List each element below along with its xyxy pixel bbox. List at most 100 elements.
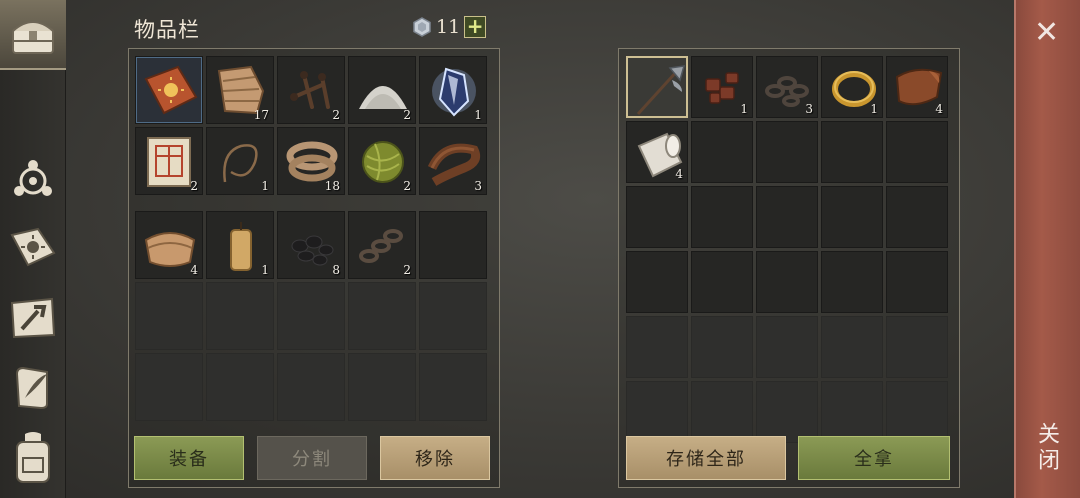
storage-slot[interactable] — [821, 251, 883, 313]
item-quantity: 1 — [474, 108, 482, 122]
storage-slot[interactable] — [756, 316, 818, 378]
storage-slot[interactable] — [821, 316, 883, 378]
inventory-slot[interactable]: 1 — [206, 211, 274, 279]
item-quantity: 2 — [403, 179, 411, 193]
halberd-icon — [636, 65, 686, 116]
store-all-button[interactable]: 存储全部 — [626, 436, 786, 480]
storage-slot[interactable]: 1 — [821, 56, 883, 118]
inventory-slot[interactable] — [277, 353, 345, 421]
sidebar-tab-journal[interactable] — [5, 360, 61, 416]
item-quantity: 3 — [805, 102, 813, 116]
sidebar-tab-inventory[interactable] — [0, 0, 66, 70]
item-quantity: 1 — [261, 263, 269, 277]
crafting-icon — [10, 297, 56, 339]
storage-slot[interactable] — [691, 381, 753, 443]
inventory-slot[interactable] — [348, 282, 416, 350]
close-icon[interactable]: ✕ — [1034, 18, 1059, 48]
inventory-slot[interactable] — [419, 211, 487, 279]
item-quantity: 1 — [261, 179, 269, 193]
inventory-slot[interactable] — [135, 353, 203, 421]
add-currency-button[interactable]: + — [464, 16, 487, 38]
split-button[interactable]: 分割 — [257, 436, 367, 480]
inventory-slot[interactable] — [419, 282, 487, 350]
storage-slot[interactable] — [756, 186, 818, 248]
inventory-slot[interactable]: 2 — [348, 127, 416, 195]
inventory-title: 物品栏 — [134, 18, 200, 42]
recipe-book-icon — [144, 65, 198, 115]
storage-slot[interactable] — [626, 186, 688, 248]
inventory-slot[interactable]: 4 — [135, 211, 203, 279]
storage-slot[interactable] — [626, 56, 688, 118]
item-quantity: 1 — [740, 102, 748, 116]
storage-slot[interactable] — [691, 316, 753, 378]
storage-slot[interactable] — [886, 121, 948, 183]
item-quantity: 18 — [324, 179, 340, 193]
storage-slot[interactable]: 4 — [886, 56, 948, 118]
inventory-slot[interactable]: 2 — [135, 127, 203, 195]
storage-slot[interactable] — [691, 121, 753, 183]
storage-slot[interactable] — [756, 251, 818, 313]
currency-display: 11 + — [412, 15, 487, 39]
inventory-slot[interactable]: 1 — [206, 127, 274, 195]
storage-slot[interactable] — [886, 381, 948, 443]
inventory-grid-bag: 4 1 8 2 — [135, 211, 487, 421]
storage-slot[interactable] — [691, 186, 753, 248]
inventory-slot[interactable]: 1 — [419, 56, 487, 124]
storage-slot[interactable] — [886, 186, 948, 248]
currency-value: 11 — [436, 16, 461, 38]
storage-slot[interactable] — [626, 316, 688, 378]
storage-slot[interactable] — [821, 381, 883, 443]
storage-slot[interactable] — [691, 251, 753, 313]
inventory-slot[interactable] — [206, 282, 274, 350]
inventory-slot[interactable]: 2 — [277, 56, 345, 124]
gem-icon — [413, 17, 431, 37]
sidebar-tab-crafting[interactable] — [5, 290, 61, 346]
item-quantity: 2 — [403, 263, 411, 277]
trinket-icon — [14, 160, 52, 196]
storage-slot[interactable] — [821, 121, 883, 183]
storage-grid: 1 3 1 4 4 — [626, 56, 948, 443]
item-quantity: 17 — [253, 108, 269, 122]
storage-slot[interactable]: 3 — [756, 56, 818, 118]
inventory-grid-main: 17 2 2 1 2 1 18 2 3 — [135, 56, 487, 195]
item-quantity: 8 — [332, 263, 340, 277]
inventory-slot[interactable]: 18 — [277, 127, 345, 195]
item-quantity: 2 — [190, 179, 198, 193]
inventory-slot[interactable]: 8 — [277, 211, 345, 279]
storage-slot[interactable] — [756, 381, 818, 443]
storage-slot[interactable] — [756, 121, 818, 183]
item-quantity: 3 — [474, 179, 482, 193]
storage-slot[interactable] — [626, 381, 688, 443]
inventory-slot[interactable] — [206, 353, 274, 421]
storage-slot[interactable] — [626, 251, 688, 313]
storage-slot[interactable]: 1 — [691, 56, 753, 118]
inventory-slot[interactable]: 2 — [348, 211, 416, 279]
chest-icon — [12, 21, 54, 54]
sidebar-tab-backpack[interactable] — [5, 432, 61, 488]
inventory-slot[interactable] — [348, 353, 416, 421]
sun-book-icon — [10, 227, 56, 267]
item-quantity: 4 — [935, 102, 943, 116]
inventory-slot[interactable] — [419, 353, 487, 421]
remove-button[interactable]: 移除 — [380, 436, 490, 480]
storage-slot[interactable] — [821, 186, 883, 248]
item-quantity: 2 — [332, 108, 340, 122]
sidebar-tab-recipes[interactable] — [5, 220, 61, 276]
inventory-slot[interactable]: 17 — [206, 56, 274, 124]
inventory-slot[interactable] — [277, 282, 345, 350]
take-all-button[interactable]: 全拿 — [798, 436, 950, 480]
item-quantity: 1 — [870, 102, 878, 116]
item-quantity: 2 — [403, 108, 411, 122]
inventory-slot[interactable]: 2 — [348, 56, 416, 124]
storage-slot[interactable] — [886, 316, 948, 378]
backpack-icon — [16, 432, 50, 483]
sidebar — [0, 0, 66, 498]
close-panel[interactable]: ✕ 关闭 — [1014, 0, 1080, 498]
storage-slot[interactable]: 4 — [626, 121, 688, 183]
inventory-slot[interactable] — [135, 56, 203, 124]
inventory-slot[interactable] — [135, 282, 203, 350]
inventory-slot[interactable]: 3 — [419, 127, 487, 195]
equip-button[interactable]: 装备 — [134, 436, 244, 480]
storage-slot[interactable] — [886, 251, 948, 313]
sidebar-tab-trinket[interactable] — [5, 150, 61, 206]
